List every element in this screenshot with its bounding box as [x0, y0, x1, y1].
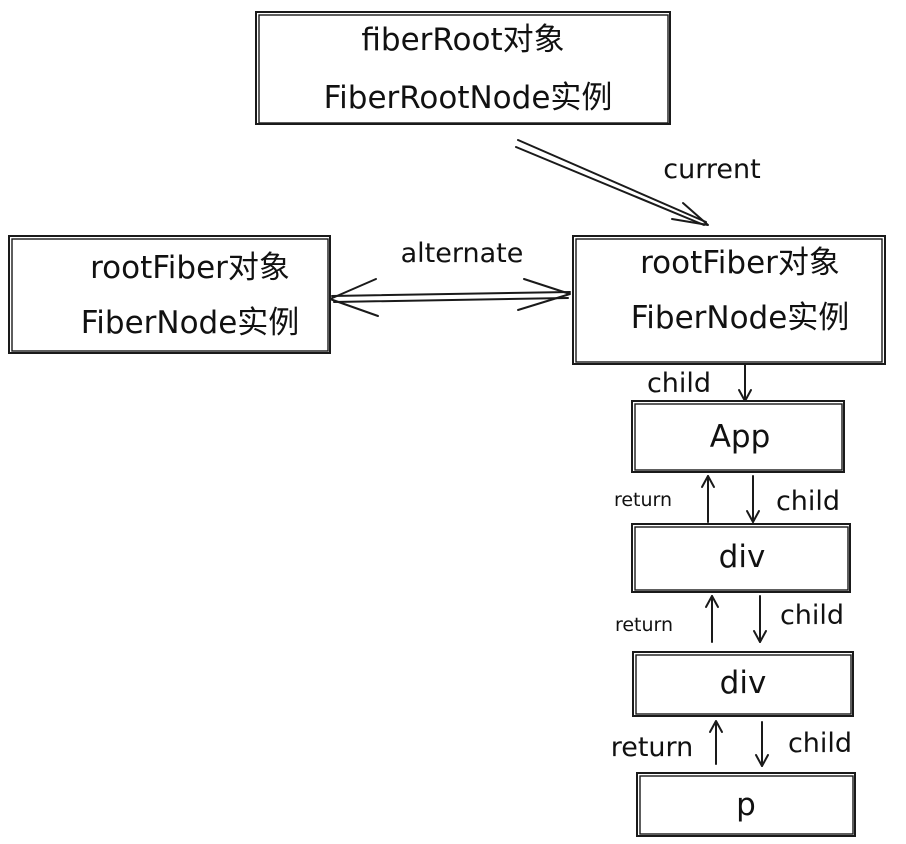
- div2-label: div: [720, 665, 767, 701]
- fiber-root-title: fiberRoot对象: [361, 22, 564, 58]
- div-div-edges: return child: [615, 595, 844, 643]
- diagram-svg: fiberRoot对象 FiberRootNode实例 current root…: [8, 11, 886, 837]
- return-p-div-label: return: [611, 732, 694, 763]
- child-root-app-label: child: [647, 368, 711, 399]
- app-div-edges: return child: [614, 475, 840, 523]
- child-app-div-label: child: [776, 486, 840, 517]
- p-label: p: [736, 787, 756, 823]
- alternate-edge: alternate: [329, 238, 571, 317]
- app-label: App: [710, 419, 771, 455]
- cur-root-fiber-subtitle: FiberNode实例: [631, 300, 850, 336]
- child-edge-root-app: child: [647, 363, 752, 402]
- fiber-tree-diagram: fiberRoot对象 FiberRootNode实例 current root…: [0, 0, 906, 844]
- div-node-1: div: [631, 523, 851, 593]
- fiber-root-subtitle: FiberRootNode实例: [324, 80, 613, 116]
- div-p-edges: return child: [611, 720, 852, 767]
- child-div-div-label: child: [780, 600, 844, 631]
- alternate-line-a: [331, 291, 571, 297]
- p-node: p: [636, 772, 856, 837]
- div1-label: div: [719, 539, 766, 575]
- alternate-left-arrowhead: [329, 278, 379, 317]
- current-edge: current: [515, 139, 761, 226]
- current-label: current: [663, 154, 760, 185]
- current-root-fiber-node: rootFiber对象 FiberNode实例: [572, 235, 886, 365]
- alt-root-fiber-title: rootFiber对象: [90, 250, 290, 286]
- return-div-div-label: return: [615, 614, 673, 636]
- alternate-right-arrowhead: [517, 278, 571, 311]
- alt-root-fiber-subtitle: FiberNode实例: [81, 305, 300, 341]
- cur-root-fiber-title: rootFiber对象: [640, 245, 840, 281]
- div-node-2: div: [632, 651, 854, 717]
- app-node: App: [631, 400, 845, 473]
- return-div-app-label: return: [614, 489, 672, 511]
- alternate-root-fiber-node: rootFiber对象 FiberNode实例: [8, 235, 331, 354]
- fiber-root-node: fiberRoot对象 FiberRootNode实例: [255, 11, 671, 125]
- child-div-p-label: child: [788, 728, 852, 759]
- alternate-line-b: [333, 297, 569, 303]
- alternate-label: alternate: [401, 238, 524, 269]
